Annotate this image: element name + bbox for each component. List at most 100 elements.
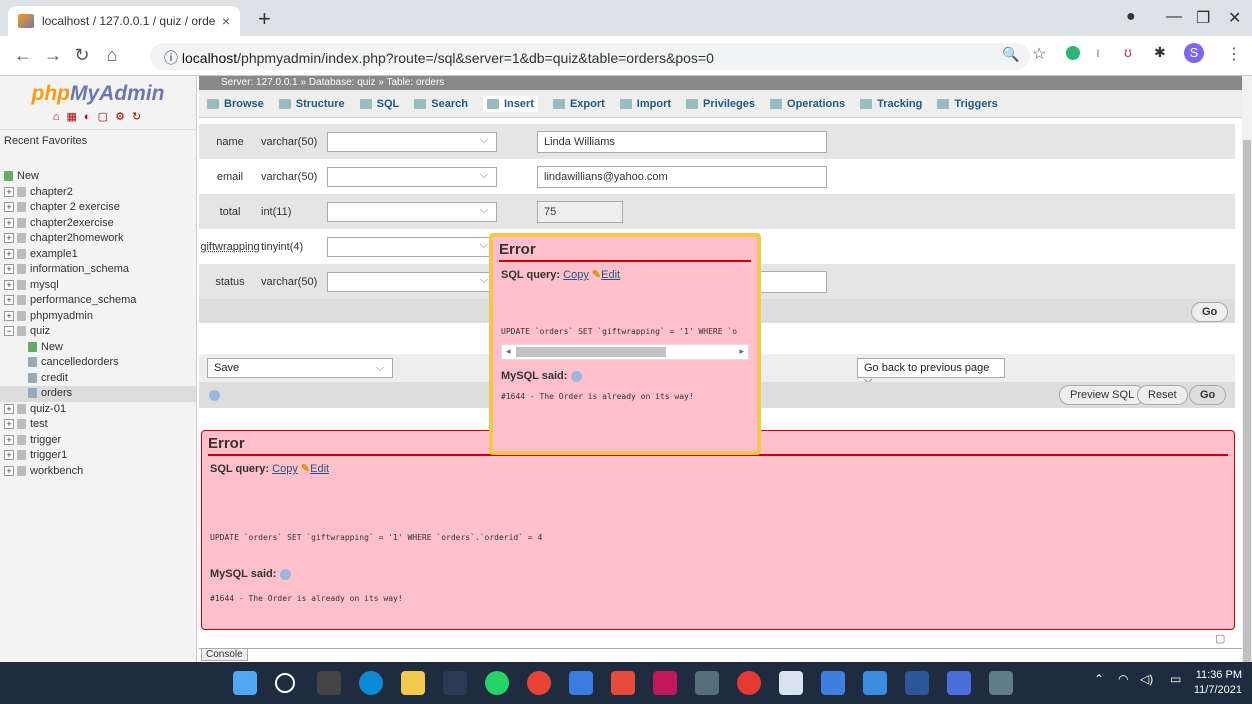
minimize-button[interactable]: —	[1166, 8, 1182, 26]
sublime-icon[interactable]	[611, 671, 635, 695]
chrome-icon[interactable]	[527, 671, 551, 695]
edge-icon[interactable]	[359, 671, 383, 695]
reset-button[interactable]: Reset	[1137, 385, 1188, 405]
app-icon[interactable]	[653, 671, 677, 695]
function-select[interactable]	[327, 271, 497, 292]
copy-link[interactable]: Copy	[272, 463, 298, 475]
extension-icon[interactable]: ı	[1096, 44, 1100, 60]
search-icon[interactable]	[275, 673, 295, 693]
tab-browse[interactable]: Browse	[207, 98, 264, 110]
expand-icon[interactable]: +	[4, 295, 14, 306]
db-item-trigger[interactable]: + trigger	[0, 433, 196, 449]
zoom-icon[interactable]: 🔍	[1002, 46, 1019, 63]
db-item-quiz-01[interactable]: + quiz-01	[0, 402, 196, 418]
db-item-chapter2homework[interactable]: + chapter2homework	[0, 231, 196, 247]
calculator-icon[interactable]	[989, 671, 1013, 695]
volume-icon[interactable]: ◁)	[1140, 672, 1153, 686]
help-icon[interactable]	[209, 389, 220, 401]
battery-icon[interactable]: ▭	[1170, 672, 1181, 686]
tab-structure[interactable]: Structure	[278, 98, 345, 110]
breadcrumb[interactable]: Server: 127.0.0.1 » Database: quiz » Tab…	[199, 76, 1242, 90]
zoom-app-icon[interactable]	[947, 671, 971, 695]
tab-privileges[interactable]: Privileges	[686, 98, 755, 110]
function-select[interactable]	[327, 201, 497, 222]
expand-icon[interactable]: +	[4, 419, 14, 430]
scroll-left-icon[interactable]: ◂	[506, 346, 511, 357]
maximize-button[interactable]: ❐	[1196, 8, 1210, 28]
show-hidden-icons-icon[interactable]: ⌃	[1094, 672, 1104, 686]
tab-import[interactable]: Import	[619, 98, 671, 110]
nav-icons[interactable]: ⌂ ▦ ◐ ▢ ⚙ ↻	[0, 110, 196, 123]
clock[interactable]: 11:36 PM 11/7/2021	[1194, 668, 1242, 698]
browser-tab[interactable]: localhost / 127.0.0.1 / quiz / orde ×	[8, 6, 240, 36]
db-item-test[interactable]: + test	[0, 417, 196, 433]
db-item-chapter-2-exercise[interactable]: + chapter 2 exercise	[0, 200, 196, 216]
back-icon[interactable]: ←	[14, 45, 32, 66]
db-item-workbench[interactable]: + workbench	[0, 464, 196, 480]
close-window-button[interactable]: ✕	[1228, 8, 1241, 28]
bookmark-star-icon[interactable]: ☆	[1032, 44, 1046, 64]
expand-icon[interactable]: +	[4, 465, 14, 476]
tab-export[interactable]: Export	[552, 98, 605, 110]
expand-icon[interactable]: +	[4, 186, 14, 197]
chrome-2-icon[interactable]	[737, 671, 761, 695]
db-item-chapter2[interactable]: + chapter2	[0, 185, 196, 201]
db-item-performance-schema[interactable]: + performance_schema	[0, 293, 196, 309]
recent-tab[interactable]: Recent	[4, 135, 39, 147]
expand-icon[interactable]: +	[4, 248, 14, 259]
edit-link[interactable]: Edit	[310, 463, 329, 475]
collapse-icon[interactable]: −	[4, 326, 14, 337]
db-item-quiz[interactable]: − quiz	[0, 324, 196, 340]
xampp-icon[interactable]	[443, 671, 467, 695]
table-item-new[interactable]: New	[0, 340, 196, 356]
grammarly-extension-icon[interactable]	[1066, 46, 1080, 60]
extensions-puzzle-icon[interactable]: ✱	[1154, 44, 1166, 61]
table-item-orders[interactable]: orders	[0, 386, 196, 402]
task-view-icon[interactable]	[317, 671, 341, 695]
tab-sql[interactable]: SQL	[359, 98, 399, 110]
value-input[interactable]: lindawillians@yahoo.com	[537, 165, 827, 188]
expand-icon[interactable]: +	[4, 264, 14, 275]
forward-icon[interactable]: →	[44, 45, 62, 66]
windows-start-icon[interactable]	[233, 671, 257, 695]
db-item-trigger1[interactable]: + trigger1	[0, 448, 196, 464]
menu-dots-icon[interactable]: ⋮	[1226, 44, 1242, 64]
db-item-information-schema[interactable]: + information_schema	[0, 262, 196, 278]
expand-icon[interactable]: +	[4, 279, 14, 290]
word-icon[interactable]	[905, 671, 929, 695]
expand-icon[interactable]: +	[4, 403, 14, 414]
expand-icon[interactable]: +	[4, 434, 14, 445]
page-scrollbar[interactable]	[1242, 76, 1252, 670]
pocket-extension-icon[interactable]: ʊ	[1124, 44, 1132, 60]
db-item-new[interactable]: New	[0, 169, 196, 185]
function-select[interactable]	[327, 166, 497, 187]
wifi-icon[interactable]: ◠	[1118, 672, 1128, 686]
snip-icon[interactable]	[779, 671, 803, 695]
preview-sql-button[interactable]: Preview SQL	[1059, 385, 1146, 405]
tab-triggers[interactable]: Triggers	[937, 98, 998, 110]
value-input[interactable]: 75	[537, 200, 623, 223]
go-button-bottom[interactable]: Go	[1189, 385, 1227, 405]
db-item-example1[interactable]: + example1	[0, 247, 196, 263]
file-explorer-icon[interactable]	[401, 671, 425, 695]
scroll-thumb[interactable]	[516, 347, 666, 357]
phpmyadmin-logo[interactable]: phpMyAdmin	[0, 82, 196, 106]
go-button[interactable]: Go	[1191, 302, 1229, 322]
profile-icon[interactable]: ●	[1126, 8, 1136, 26]
popup-edit-link[interactable]: Edit	[601, 269, 620, 281]
function-select[interactable]	[327, 236, 497, 257]
popup-copy-link[interactable]: Copy	[563, 269, 589, 281]
scroll-right-icon[interactable]: ▸	[739, 346, 744, 357]
function-select[interactable]	[327, 131, 497, 152]
expand-icon[interactable]: +	[4, 202, 14, 213]
tab-tracking[interactable]: Tracking	[860, 98, 922, 110]
go-back-select[interactable]: Go back to previous page ⌵	[857, 358, 1005, 386]
tab-operations[interactable]: Operations	[770, 98, 845, 110]
console-tab[interactable]: Console	[201, 649, 248, 661]
db-item-mysql[interactable]: + mysql	[0, 278, 196, 294]
table-item-credit[interactable]: credit	[0, 371, 196, 387]
expand-icon[interactable]: +	[4, 310, 14, 321]
reload-icon[interactable]: ↻	[74, 45, 90, 66]
url-field[interactable]: ⓘ localhost/phpmyadmin/index.php?route=/…	[150, 43, 1030, 70]
home-icon[interactable]: ⌂	[104, 45, 120, 66]
